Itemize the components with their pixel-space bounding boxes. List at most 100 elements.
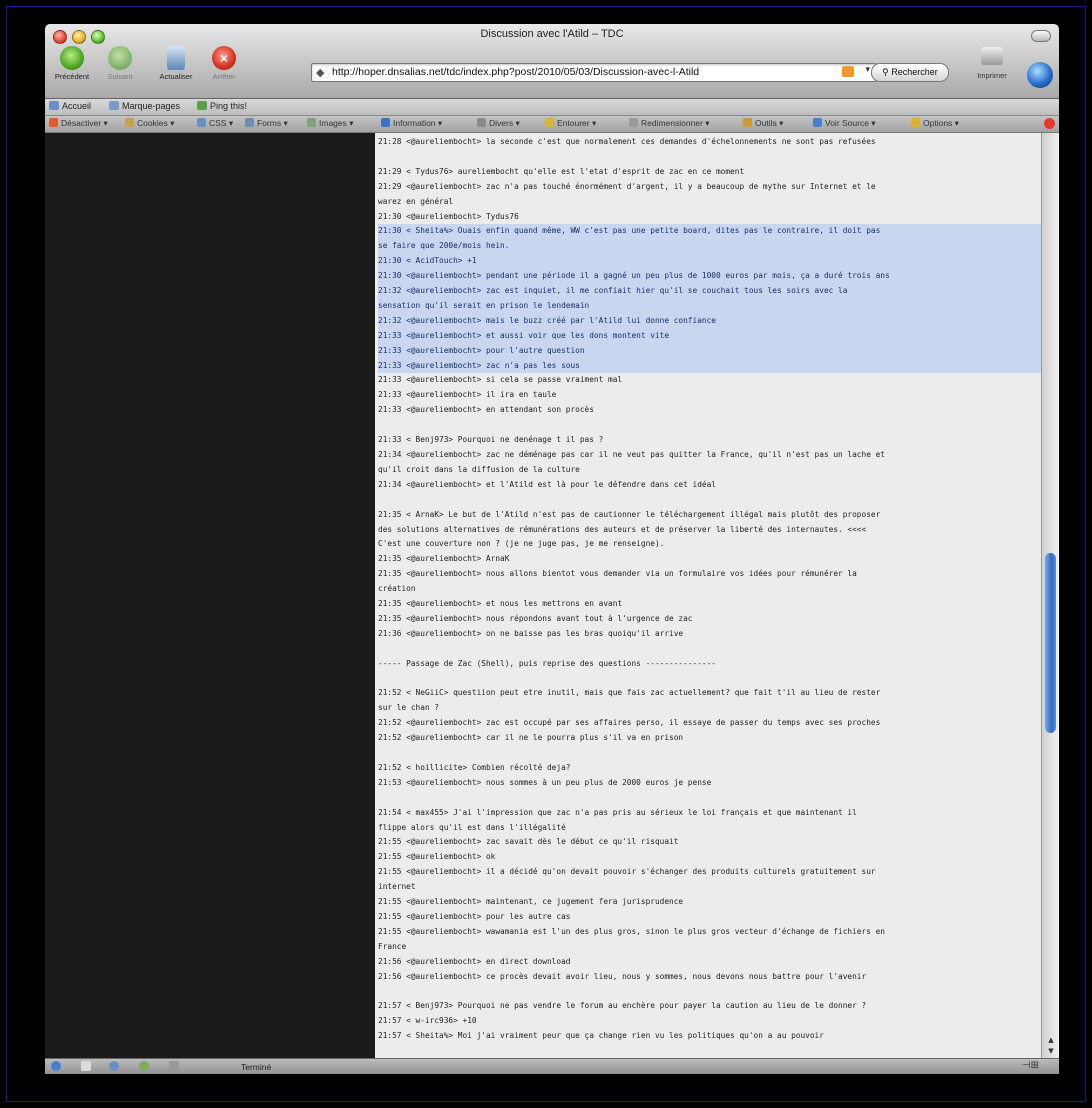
devbar-label: Images ▾	[319, 118, 354, 128]
scrollbar-thumb[interactable]	[1045, 553, 1056, 733]
rss-feed-icon[interactable]	[842, 66, 854, 77]
chat-line: 21:52 <@aureliembocht> car il ne le pour…	[378, 733, 684, 743]
site-identity-icon[interactable]: ◆	[316, 66, 324, 79]
status-addon-icon[interactable]	[109, 1061, 123, 1071]
devbar-css-menu[interactable]: CSS ▾	[197, 118, 233, 129]
devbar-information-menu[interactable]: Information ▾	[381, 118, 442, 129]
back-button[interactable]: Précédent	[49, 46, 95, 81]
url-dropdown-icon[interactable]: ▾	[865, 65, 870, 75]
devbar-disable-menu[interactable]: Désactiver ▾	[49, 118, 108, 129]
devbar-forms-menu[interactable]: Forms ▾	[245, 118, 288, 129]
misc-icon	[477, 118, 486, 127]
url-text[interactable]: http://hoper.dnsalias.net/tdc/index.php?…	[332, 66, 699, 78]
devbar-label: CSS ▾	[209, 118, 234, 128]
reload-button[interactable]: Actualiser	[153, 46, 199, 81]
chat-line: 21:36 <@aureliembocht> on ne baisse pas …	[378, 628, 684, 638]
chat-line: 21:52 < NeGiiC> questiion peut etre inut…	[378, 688, 881, 698]
vertical-scrollbar[interactable]: ▲ ▼	[1041, 133, 1059, 1058]
chat-line: 21:29 <@aureliembocht> zac n'a pas touch…	[378, 181, 876, 191]
devbar-voir-source-menu[interactable]: Voir Source ▾	[813, 118, 876, 129]
status-page-icon[interactable]	[81, 1061, 95, 1071]
chat-line: 21:33 <@aureliembocht> il ira en taule	[378, 390, 557, 400]
devbar-images-menu[interactable]: Images ▾	[307, 118, 354, 129]
chat-spacer	[378, 746, 1041, 761]
devbar-entourer-menu[interactable]: Entourer ▾	[545, 118, 596, 129]
dark-side-panel	[45, 133, 375, 1058]
devbar-label: Voir Source ▾	[825, 118, 876, 128]
back-label: Précédent	[54, 72, 90, 81]
chat-line: 21:54 < max455> J'ai l'impression que za…	[378, 807, 857, 817]
forward-button[interactable]: Suivant	[97, 46, 143, 81]
ping-icon	[197, 101, 207, 110]
print-icon	[981, 47, 1003, 65]
devbar-outils-menu[interactable]: Outils ▾	[743, 118, 783, 129]
chat-line: flippe alors qu'il est dans l'illégalité	[378, 822, 566, 832]
status-network-icon[interactable]	[51, 1061, 65, 1071]
devbar-options-menu[interactable]: Options ▾	[911, 118, 959, 129]
options-icon	[911, 118, 920, 127]
resize-icon	[629, 118, 638, 127]
chat-line: sensation qu'il serait en prison le lend…	[378, 298, 1041, 314]
bookmark-ping-this[interactable]: Ping this!	[197, 101, 247, 111]
chat-spacer	[378, 493, 1041, 508]
status-shield-icon[interactable]	[169, 1061, 183, 1071]
chat-line: 21:33 <@aureliembocht> zac n'a pas les s…	[378, 358, 1041, 374]
chat-line: France	[378, 941, 407, 951]
devbar-label: Redimensionner ▾	[641, 118, 710, 128]
chat-line: 21:57 < Sheita%> Moi j'ai vraiment peur …	[378, 1031, 824, 1041]
chat-line: warez en général	[378, 196, 454, 206]
chat-line: 21:52 < hoillicite> Combien récolté deja…	[378, 762, 571, 772]
chat-line: 21:33 <@aureliembocht> et aussi voir que…	[378, 328, 1041, 344]
scroll-down-arrow-icon[interactable]: ▼	[1046, 1046, 1056, 1056]
status-extension-icon[interactable]	[139, 1061, 153, 1071]
chat-line: 21:30 < AcidTouch> +1	[378, 254, 1041, 270]
chat-line: 21:28 <@aureliembocht> la seconde c'est …	[378, 137, 876, 146]
toolbar-toggle-icon[interactable]	[1031, 30, 1051, 42]
disable-icon	[49, 118, 58, 127]
chat-line: 21:34 <@aureliembocht> et l'Atild est là…	[378, 479, 716, 489]
devbar-cookies-menu[interactable]: Cookies ▾	[125, 118, 174, 129]
forward-arrow-icon	[108, 46, 132, 70]
bookmark-accueil[interactable]: Accueil	[49, 101, 91, 111]
chat-line: C'est une couverture non ? (je ne juge p…	[378, 539, 665, 549]
chat-line: 21:35 <@aureliembocht> nous allons bient…	[378, 569, 857, 579]
activity-throbber-icon	[1027, 62, 1053, 88]
chat-line: 21:55 <@aureliembocht> wawamania est l'u…	[378, 926, 885, 936]
chat-line: qu'il croit dans la diffusion de la cult…	[378, 464, 580, 474]
devbar-label: Divers ▾	[489, 118, 520, 128]
chat-log: 21:28 <@aureliembocht> la seconde c'est …	[375, 133, 1041, 1044]
chat-line: des solutions alternatives de rémunérati…	[378, 524, 867, 534]
print-button[interactable]: Imprimer	[969, 47, 1015, 80]
chat-line: 21:35 <@aureliembocht> nous répondons av…	[378, 613, 693, 623]
devbar-redimensionner-menu[interactable]: Redimensionner ▾	[629, 118, 710, 129]
devbar-divers-menu[interactable]: Divers ▾	[477, 118, 520, 129]
chat-line: création	[378, 584, 416, 594]
chat-spacer	[378, 418, 1041, 433]
devbar-label: Outils ▾	[755, 118, 784, 128]
chat-line: 21:56 <@aureliembocht> en direct downloa…	[378, 956, 571, 966]
error-alert-icon[interactable]	[1044, 118, 1055, 129]
stop-button[interactable]: × Arrêter	[201, 46, 247, 81]
images-icon	[307, 118, 316, 127]
chat-line: 21:30 < Sheita%> Ouais enfin quand même,…	[378, 224, 1041, 240]
devbar-label: Désactiver ▾	[61, 118, 108, 128]
chat-line: 21:55 <@aureliembocht> maintenant, ce ju…	[378, 897, 684, 907]
bookmark-label: Accueil	[62, 101, 92, 111]
chat-line: 21:55 <@aureliembocht> il a décidé qu'on…	[378, 867, 876, 877]
chat-line: 21:57 < w-irc936> +10	[378, 1016, 477, 1026]
address-bar[interactable]: ◆ http://hoper.dnsalias.net/tdc/index.ph…	[311, 63, 877, 82]
css-icon	[197, 118, 206, 127]
chat-line: 21:32 <@aureliembocht> zac est inquiet, …	[378, 284, 1041, 299]
home-icon	[49, 101, 59, 110]
bookmark-label: Marque-pages	[122, 101, 181, 111]
resize-grip-icon[interactable]: ⊣⊞	[1022, 1060, 1039, 1071]
chat-line: 21:57 < Benj973> Pourquoi ne pas vendre …	[378, 1001, 867, 1011]
page-content: 21:28 <@aureliembocht> la seconde c'est …	[375, 133, 1041, 1058]
chat-line: 21:56 <@aureliembocht> ce procès devait …	[378, 971, 867, 981]
chat-line: 21:55 <@aureliembocht> ok	[378, 852, 496, 862]
chat-line: 21:55 <@aureliembocht> pour les autre ca…	[378, 912, 571, 922]
scroll-up-arrow-icon[interactable]: ▲	[1046, 1035, 1056, 1045]
bookmark-marque-pages[interactable]: Marque-pages	[109, 101, 180, 111]
search-button[interactable]: ⚲ Rechercher	[871, 63, 949, 82]
chat-line: 21:33 <@aureliembocht> pour l'autre ques…	[378, 343, 1041, 359]
